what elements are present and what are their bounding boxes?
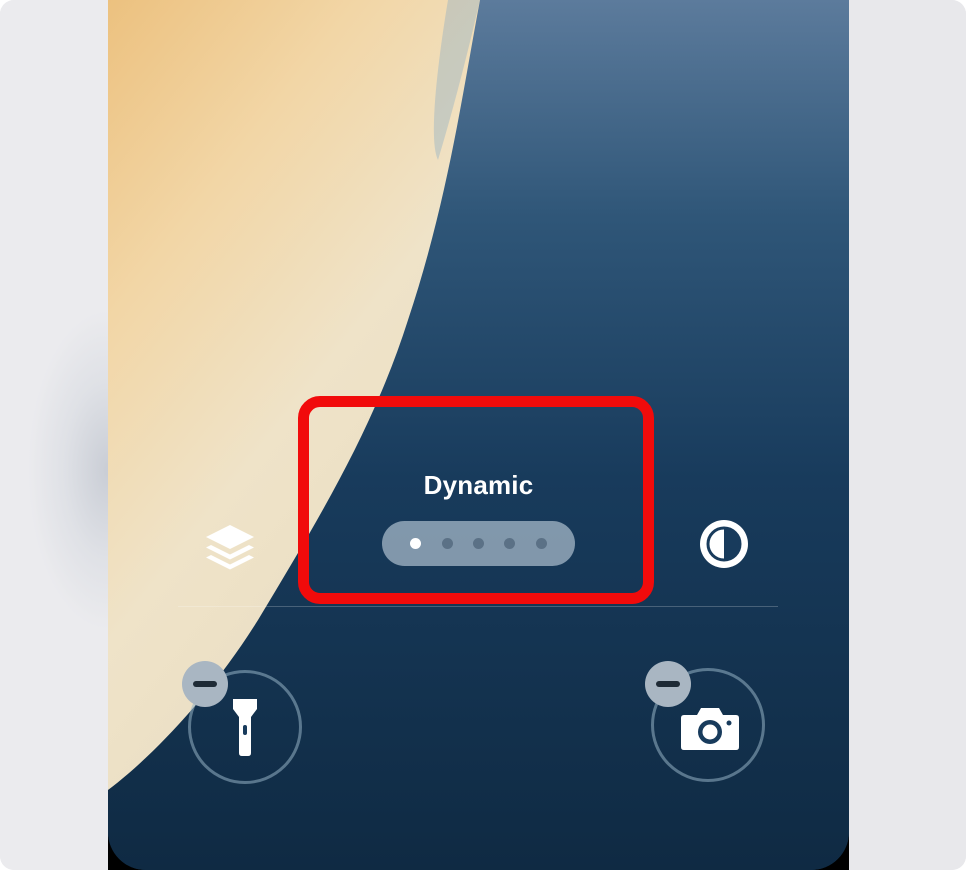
layers-icon[interactable] [202,521,258,573]
remove-flashlight-badge[interactable] [182,661,228,707]
minus-icon [193,681,217,687]
screenshot-frame: Dynamic [0,0,966,870]
highlight-box [298,396,654,604]
remove-camera-badge[interactable] [645,661,691,707]
camera-icon [681,708,739,750]
flashlight-icon [233,699,257,756]
contrast-icon[interactable] [698,518,750,570]
separator-line [178,606,778,607]
background-blur-left [0,0,108,870]
minus-icon [656,681,680,687]
background-right [849,0,966,870]
